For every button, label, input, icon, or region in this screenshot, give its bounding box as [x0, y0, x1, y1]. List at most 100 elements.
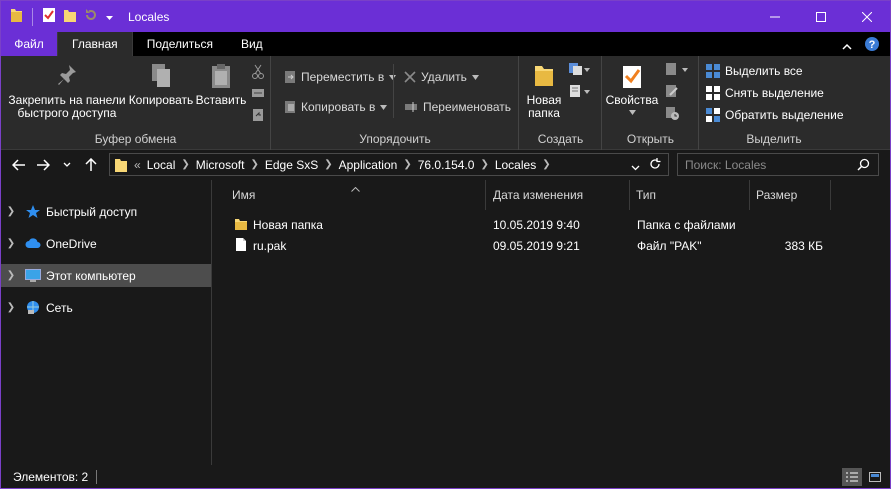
tab-home[interactable]: Главная: [57, 32, 133, 56]
paste-button[interactable]: Вставить: [196, 62, 246, 107]
svg-text:?: ?: [869, 39, 876, 51]
select-group-title: Выделить: [746, 132, 802, 146]
chevron-right-icon[interactable]: ❯: [181, 159, 189, 170]
move-to-button[interactable]: Переместить в: [284, 70, 397, 84]
file-row[interactable]: ru.pak 09.05.2019 9:21 Файл "PAK" 383 КБ: [223, 236, 823, 256]
easy-access-icon[interactable]: [568, 84, 590, 98]
window-controls: [752, 1, 890, 32]
new-folder-button[interactable]: Новая папка: [524, 62, 564, 120]
maximize-button[interactable]: [798, 1, 844, 32]
breadcrumb-locales[interactable]: Locales: [495, 158, 536, 172]
back-button[interactable]: [7, 153, 31, 177]
tab-share[interactable]: Поделиться: [133, 32, 227, 56]
select-none-button[interactable]: Снять выделение: [706, 86, 824, 100]
chevron-right-icon[interactable]: ❯: [250, 159, 258, 170]
expand-chevron-icon[interactable]: ❯: [1, 238, 21, 249]
select-all-label: Выделить все: [725, 64, 803, 78]
search-icon[interactable]: [857, 158, 870, 174]
tab-view[interactable]: Вид: [227, 32, 277, 56]
up-button[interactable]: [79, 153, 103, 177]
nav-item-label: Этот компьютер: [46, 268, 136, 283]
arrow-up-icon: [85, 158, 97, 171]
copy-icon: [152, 64, 170, 87]
folder-icon: [115, 158, 127, 172]
arrow-right-icon: [37, 159, 50, 171]
breadcrumb-microsoft[interactable]: Microsoft: [196, 158, 245, 172]
edit-icon[interactable]: [665, 84, 679, 98]
nav-item-quick-access[interactable]: ❯ Быстрый доступ: [1, 200, 211, 223]
paste-shortcut-icon[interactable]: [251, 108, 265, 122]
select-all-button[interactable]: Выделить все: [706, 64, 803, 78]
clipboard-group: Закрепить на панели быстрого доступа Коп…: [1, 56, 271, 150]
chevron-down-icon: [63, 162, 71, 167]
chevron-down-icon[interactable]: [105, 10, 114, 24]
breadcrumb-version[interactable]: 76.0.154.0: [418, 158, 475, 172]
details-view-button[interactable]: [842, 468, 862, 486]
breadcrumb-local[interactable]: Local: [147, 158, 176, 172]
pin-quick-access-button[interactable]: Закрепить на панели быстрого доступа: [8, 62, 126, 120]
ribbon-tabs: Файл Главная Поделиться Вид ?: [1, 32, 890, 56]
search-input[interactable]: Поиск: Locales: [677, 153, 879, 176]
undo-icon[interactable]: [84, 8, 98, 25]
chevron-right-icon[interactable]: ❯: [324, 159, 332, 170]
column-header-size[interactable]: Размер: [750, 180, 831, 210]
delete-label: Удалить: [421, 70, 467, 84]
column-header-type[interactable]: Тип: [630, 180, 750, 210]
tab-file[interactable]: Файл: [1, 32, 57, 56]
breadcrumb-overflow[interactable]: «: [134, 158, 141, 172]
window-title: Locales: [128, 9, 170, 24]
chevron-right-icon[interactable]: ❯: [542, 159, 550, 170]
forward-button[interactable]: [31, 153, 55, 177]
file-type: Папка с файлами: [637, 218, 736, 232]
items-count: Элементов: 2: [13, 470, 89, 484]
expand-chevron-icon[interactable]: ❯: [1, 206, 21, 217]
column-header-name[interactable]: Имя: [223, 180, 486, 210]
status-bar: Элементов: 2: [1, 465, 890, 488]
chevron-right-icon[interactable]: ❯: [403, 159, 411, 170]
delete-button[interactable]: Удалить: [404, 70, 479, 84]
chevron-right-icon[interactable]: ❯: [480, 159, 488, 170]
new-item-icon[interactable]: [568, 62, 590, 76]
folder-icon: [535, 66, 553, 86]
collapse-ribbon-icon[interactable]: [842, 39, 852, 53]
expand-chevron-icon[interactable]: ❯: [1, 302, 21, 313]
status-separator: [96, 470, 98, 484]
properties-icon[interactable]: [42, 7, 56, 26]
expand-chevron-icon[interactable]: ❯: [1, 270, 21, 281]
column-header-date[interactable]: Дата изменения: [486, 180, 630, 210]
paste-icon: [212, 64, 230, 88]
nav-item-network[interactable]: ❯ Сеть: [1, 296, 211, 319]
nav-item-onedrive[interactable]: ❯ OneDrive: [1, 232, 211, 255]
navigation-pane: ❯ Быстрый доступ ❯ OneDrive ❯ Этот компь…: [1, 180, 212, 465]
properties-button[interactable]: Свойства: [605, 62, 659, 119]
new-folder-icon[interactable]: [63, 7, 77, 26]
address-dropdown-icon[interactable]: [631, 160, 640, 174]
breadcrumb-application[interactable]: Application: [339, 158, 398, 172]
file-name: Новая папка: [253, 218, 323, 232]
cut-icon[interactable]: [251, 64, 265, 80]
large-icons-view-button[interactable]: [865, 468, 885, 486]
refresh-icon[interactable]: [648, 157, 662, 174]
file-row[interactable]: Новая папка 10.05.2019 9:40 Папка с файл…: [223, 215, 823, 235]
open-icon[interactable]: [665, 62, 689, 76]
minimize-button[interactable]: [752, 1, 798, 32]
copy-to-label: Копировать в: [301, 100, 376, 114]
file-size: 383 КБ: [784, 239, 823, 253]
close-button[interactable]: [844, 1, 890, 32]
copy-button[interactable]: Копировать: [128, 62, 194, 107]
address-bar[interactable]: « Local ❯ Microsoft ❯ Edge SxS ❯ Applica…: [109, 153, 669, 176]
history-icon[interactable]: [665, 106, 679, 120]
breadcrumb-edge-sxs[interactable]: Edge SxS: [265, 158, 318, 172]
copy-path-icon[interactable]: [251, 86, 265, 100]
help-icon[interactable]: ?: [864, 36, 880, 55]
nav-item-this-pc[interactable]: ❯ Этот компьютер: [1, 264, 211, 287]
star-icon: [23, 204, 43, 219]
ribbon: Закрепить на панели быстрого доступа Коп…: [1, 56, 890, 150]
recent-locations-button[interactable]: [55, 153, 79, 177]
invert-selection-button[interactable]: Обратить выделение: [706, 108, 844, 122]
copy-to-button[interactable]: Копировать в: [284, 100, 388, 114]
new-folder-label-line2: папка: [528, 106, 560, 120]
select-none-label: Снять выделение: [725, 86, 824, 100]
rename-button[interactable]: Переименовать: [404, 100, 511, 114]
navigation-buttons: [1, 153, 103, 177]
